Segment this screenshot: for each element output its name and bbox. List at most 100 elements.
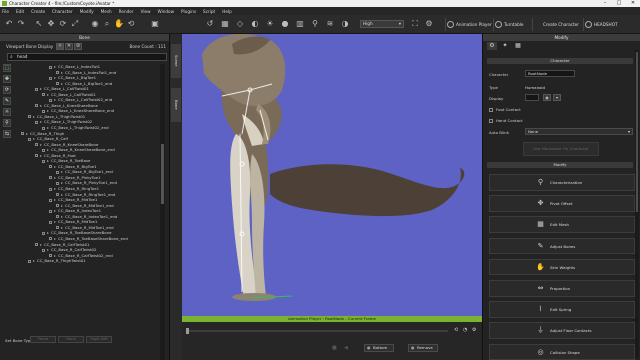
modify-scrollbar[interactable]: [635, 50, 639, 358]
bone-search-input[interactable]: ⌕ head: [7, 53, 167, 61]
tab-headshot[interactable]: HEADSHOT: [583, 18, 618, 31]
loop-icon[interactable]: ⟲: [454, 327, 458, 333]
tree-row-checkbox[interactable]: [35, 104, 38, 108]
foot-contact-checkbox[interactable]: [489, 108, 493, 112]
tree-row-checkbox[interactable]: [49, 220, 52, 224]
tree-row-checkbox[interactable]: [42, 159, 45, 163]
tree-row-checkbox[interactable]: [28, 137, 31, 141]
tree-row-checkbox[interactable]: [49, 237, 52, 241]
tree-row-checkbox[interactable]: [28, 115, 31, 119]
tab-animation-player[interactable]: Animation Player: [445, 18, 492, 31]
auto-blink-select[interactable]: None: [525, 128, 633, 135]
bone-tree-scrollbar[interactable]: [160, 64, 165, 360]
shadow-icon[interactable]: ◑: [340, 19, 350, 29]
bone-bulb-icon[interactable]: ☼: [3, 108, 11, 116]
tree-row-checkbox[interactable]: [56, 226, 59, 230]
hand-contact-checkbox[interactable]: [489, 119, 493, 123]
skin-weights-button[interactable]: ✋ Skin Weights: [489, 258, 635, 276]
fullscreen-icon[interactable]: ⛶: [410, 19, 420, 29]
menu-edit[interactable]: Edit: [16, 9, 24, 14]
tree-row-checkbox[interactable]: [49, 209, 52, 213]
bone-type-facial-button[interactable]: Facial: [30, 336, 56, 343]
proportion-button[interactable]: ⇔ Proportion: [489, 279, 635, 297]
menu-modify[interactable]: Modify: [80, 9, 94, 14]
tree-row-checkbox[interactable]: [35, 87, 38, 91]
tree-row-checkbox[interactable]: [49, 165, 52, 169]
tab-create-character[interactable]: Create Character: [532, 18, 579, 31]
camera-icon[interactable]: ◉: [90, 19, 100, 29]
3d-viewport[interactable]: [182, 34, 482, 316]
shading-icon[interactable]: ◐: [250, 19, 260, 29]
scale-icon[interactable]: ⤢: [70, 19, 80, 29]
bone-edit-icon[interactable]: ✎: [3, 97, 11, 105]
bone-move-icon[interactable]: ✥: [3, 75, 11, 83]
adjust-bones-button[interactable]: ✎ Adjust Bones: [489, 237, 635, 255]
pivot-offset-button[interactable]: ✥ Pivot Offset: [489, 195, 635, 212]
tree-row-checkbox[interactable]: [56, 71, 59, 75]
tree-row-checkbox[interactable]: [28, 259, 31, 263]
tree-row-checkbox[interactable]: [35, 243, 38, 246]
modify-tab-material-icon[interactable]: ▦: [513, 42, 523, 50]
player-settings-icon[interactable]: ⚙: [472, 327, 476, 333]
bone-hide-icon[interactable]: ⊘: [74, 43, 82, 50]
menu-file[interactable]: File: [2, 9, 9, 14]
bone-icon[interactable]: ⚲: [310, 19, 320, 29]
tree-row-checkbox[interactable]: [49, 98, 52, 102]
display-field[interactable]: [525, 94, 539, 101]
edit-spring-button[interactable]: ⌇ Edit Spring: [489, 301, 635, 318]
modify-tab-attributes-icon[interactable]: ⚙: [487, 42, 497, 50]
edit-mesh-button[interactable]: ▦ Edit Mesh: [489, 216, 635, 233]
tab-bone[interactable]: Bone: [171, 88, 181, 122]
grid-icon[interactable]: ▦: [220, 19, 230, 29]
tree-row-checkbox[interactable]: [42, 231, 45, 235]
timeline-knob[interactable]: [186, 328, 189, 334]
menu-script[interactable]: Script: [203, 9, 215, 14]
material-icon[interactable]: ●: [280, 19, 290, 29]
tree-row-checkbox[interactable]: [56, 170, 59, 174]
minimize-button[interactable]: –: [598, 0, 612, 7]
tree-row-checkbox[interactable]: [42, 93, 45, 97]
tree-row-checkbox[interactable]: [56, 215, 59, 219]
menu-mesh[interactable]: Mesh: [101, 9, 112, 14]
tree-row-checkbox[interactable]: [42, 148, 45, 152]
undo-icon[interactable]: ↶: [4, 19, 14, 29]
modify-scroll-thumb[interactable]: [636, 52, 638, 212]
tab-scene[interactable]: Scene: [171, 44, 181, 78]
tree-row-checkbox[interactable]: [21, 132, 24, 136]
menu-render[interactable]: Render: [119, 9, 134, 14]
move-icon[interactable]: ✥: [46, 19, 56, 29]
tree-row-checkbox[interactable]: [56, 181, 59, 185]
tree-row-checkbox[interactable]: [35, 120, 38, 124]
tab-turntable[interactable]: Turntable: [493, 18, 523, 31]
reset-view-icon[interactable]: ↺: [205, 19, 215, 29]
zoom-icon[interactable]: ⌕: [102, 19, 112, 29]
tree-row-checkbox[interactable]: [42, 109, 45, 113]
bone-rotate-icon[interactable]: ⟳: [3, 86, 11, 94]
tree-row-checkbox[interactable]: [49, 198, 52, 202]
tree-row-checkbox[interactable]: [35, 154, 38, 158]
render-icon[interactable]: ▣: [150, 19, 160, 29]
light-icon[interactable]: ☀: [265, 19, 275, 29]
display-eye-icon[interactable]: ◉: [543, 94, 551, 101]
tree-row-checkbox[interactable]: [42, 126, 45, 130]
tree-row-checkbox[interactable]: [56, 204, 59, 208]
bone-type-rigid-soft-button[interactable]: Rigid Soft: [86, 336, 112, 343]
speed-icon[interactable]: ◔: [463, 327, 467, 333]
menu-help[interactable]: Help: [222, 9, 232, 14]
tree-row-checkbox[interactable]: [42, 248, 45, 252]
menu-plugins[interactable]: Plugins: [181, 9, 196, 14]
redo-icon[interactable]: ↷: [16, 19, 26, 29]
tree-row-checkbox[interactable]: [49, 187, 52, 191]
modify-tab-motion-icon[interactable]: ✦: [500, 42, 510, 50]
scroll-thumb[interactable]: [161, 144, 164, 204]
bone-display-icon[interactable]: ✧: [56, 43, 64, 50]
tree-row-checkbox[interactable]: [56, 82, 59, 86]
bone-mirror-icon[interactable]: ⇆: [3, 130, 11, 138]
select-icon[interactable]: ↖: [34, 19, 44, 29]
quality-select[interactable]: High: [360, 20, 404, 28]
tree-row-checkbox[interactable]: [35, 143, 38, 147]
characterization-button[interactable]: ⚲ Characterization: [489, 174, 635, 191]
wireframe-icon[interactable]: ◇: [235, 19, 245, 29]
timeline-slider[interactable]: [186, 328, 448, 334]
tree-row-checkbox[interactable]: [49, 254, 52, 258]
